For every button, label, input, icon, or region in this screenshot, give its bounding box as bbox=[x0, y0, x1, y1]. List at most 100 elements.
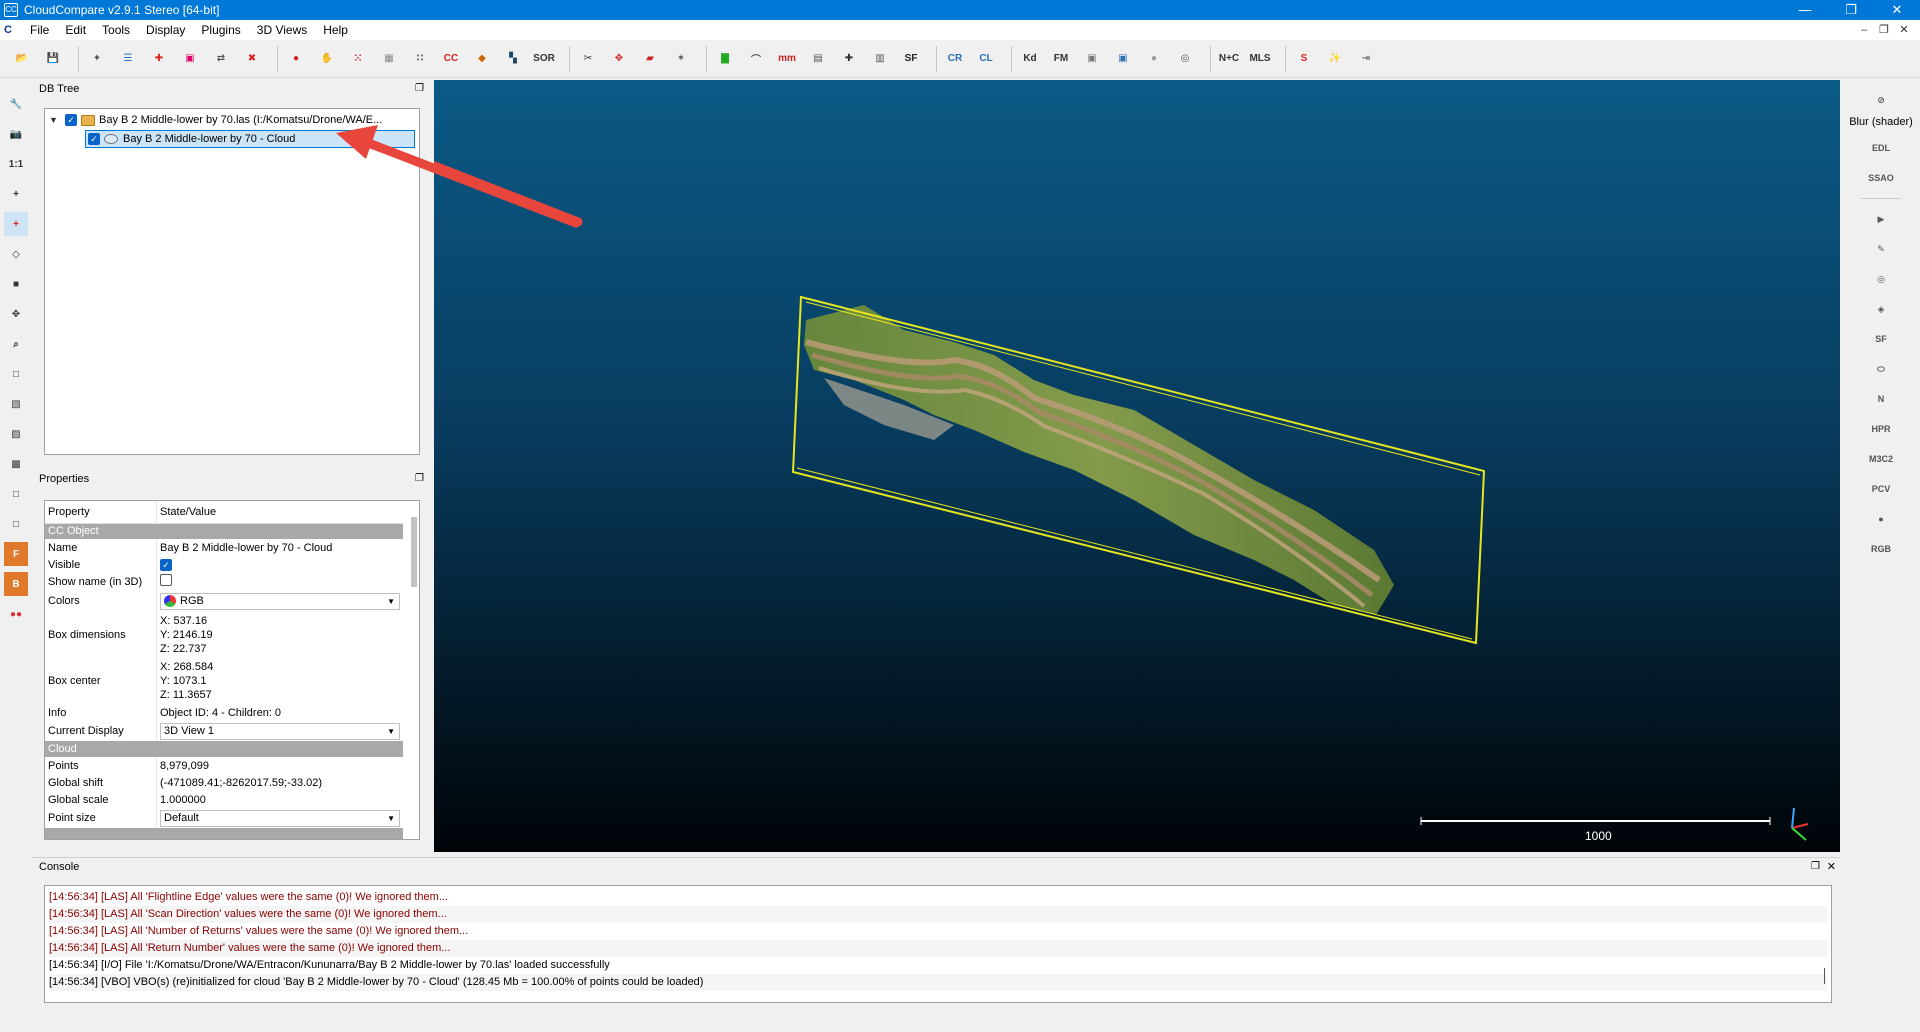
n-c-icon[interactable]: N+C bbox=[1217, 47, 1241, 71]
fm-icon[interactable]: FM bbox=[1049, 47, 1073, 71]
export-icon[interactable]: ⇥ bbox=[1354, 47, 1378, 71]
curve-icon[interactable]: ⌒ bbox=[744, 47, 768, 71]
merge-icon[interactable]: ⇄ bbox=[209, 47, 233, 71]
console-close-button[interactable]: ✕ bbox=[1827, 858, 1836, 876]
hpr-icon[interactable]: HPR bbox=[1869, 417, 1893, 441]
spline-icon[interactable]: S bbox=[1292, 47, 1316, 71]
console-panel[interactable]: [14:56:34] [LAS] All 'Flightline Edge' v… bbox=[44, 885, 1832, 1003]
zoom-1to1-icon[interactable]: 1:1 bbox=[4, 152, 28, 176]
sf-icon[interactable]: SF bbox=[899, 47, 923, 71]
mdi-close-button[interactable]: ✕ bbox=[1894, 20, 1914, 40]
current-display-dropdown[interactable]: 3D View 1 ▼ bbox=[160, 722, 400, 740]
view-right-icon[interactable]: □ bbox=[4, 482, 28, 506]
pivot-icon[interactable]: + bbox=[4, 182, 28, 206]
menu-help[interactable]: Help bbox=[315, 20, 356, 40]
cc-icon[interactable]: CC bbox=[439, 47, 463, 71]
shield-icon[interactable]: ◈ bbox=[1869, 297, 1893, 321]
registration-icon[interactable]: ● bbox=[284, 47, 308, 71]
cube-perspective-icon[interactable]: ■ bbox=[4, 272, 28, 296]
sphere-icon[interactable]: ● bbox=[1142, 47, 1166, 71]
animation-icon[interactable]: ▶ bbox=[1869, 207, 1893, 231]
plus-icon[interactable]: ✚ bbox=[837, 47, 861, 71]
maximize-button[interactable]: ❐ bbox=[1828, 0, 1874, 20]
pick-icon[interactable]: ✶ bbox=[669, 47, 693, 71]
menu-file[interactable]: File bbox=[22, 20, 57, 40]
brush-icon[interactable]: ✎ bbox=[1869, 237, 1893, 261]
view-back-icon[interactable]: ▩ bbox=[4, 452, 28, 476]
menu-3d-views[interactable]: 3D Views bbox=[249, 20, 315, 40]
open-icon[interactable]: 📂 bbox=[10, 47, 34, 71]
point-size-dropdown[interactable]: Default ▼ bbox=[160, 809, 400, 827]
3d-view[interactable] bbox=[434, 80, 1840, 852]
canupo-create-icon[interactable]: CR bbox=[943, 47, 967, 71]
rgb-icon[interactable]: RGB bbox=[1869, 537, 1893, 561]
blur-icon[interactable]: ⊘ bbox=[1869, 88, 1893, 112]
view-bottom-icon[interactable]: □ bbox=[4, 512, 28, 536]
calendar-icon[interactable]: ▤ bbox=[806, 47, 830, 71]
back-iso-icon[interactable]: B bbox=[4, 572, 28, 596]
checker-icon[interactable]: ▚ bbox=[501, 47, 525, 71]
mls-icon[interactable]: MLS bbox=[1248, 47, 1272, 71]
edl-icon[interactable]: EDL bbox=[1869, 136, 1893, 160]
subsample-icon[interactable]: ▦ bbox=[377, 47, 401, 71]
root-visibility-checkbox[interactable]: ✓ bbox=[65, 114, 77, 126]
properties-float-button[interactable]: ❐ bbox=[415, 470, 424, 488]
wrench-icon[interactable]: 🔧 bbox=[4, 92, 28, 116]
mdi-restore-button[interactable]: ❐ bbox=[1874, 20, 1894, 40]
list-icon[interactable]: ☰ bbox=[116, 47, 140, 71]
globe-icon[interactable]: ◎ bbox=[1173, 47, 1197, 71]
add-point-icon[interactable]: ✚ bbox=[147, 47, 171, 71]
view-front-icon[interactable]: ▧ bbox=[4, 392, 28, 416]
view-left-icon[interactable]: ▨ bbox=[4, 422, 28, 446]
rotate-icon[interactable]: ◇ bbox=[4, 242, 28, 266]
show-name-checkbox[interactable] bbox=[160, 574, 172, 586]
ellipse-icon[interactable]: ⬭ bbox=[1869, 357, 1893, 381]
pcv-icon[interactable]: PCV bbox=[1869, 477, 1893, 501]
close-button[interactable]: ✕ bbox=[1874, 0, 1920, 20]
zoom-icon[interactable]: ⌕ bbox=[4, 332, 28, 356]
sor-icon[interactable]: SOR bbox=[532, 47, 556, 71]
auto-pivot-icon[interactable]: + bbox=[4, 212, 28, 236]
canupo-classify-icon[interactable]: CL bbox=[974, 47, 998, 71]
box-icon[interactable]: ▣ bbox=[1080, 47, 1104, 71]
clone-icon[interactable]: ✦ bbox=[85, 47, 109, 71]
save-icon[interactable]: 💾 bbox=[41, 47, 65, 71]
mdi-minimize-button[interactable]: – bbox=[1854, 20, 1874, 40]
cloud-visibility-checkbox[interactable]: ✓ bbox=[88, 133, 100, 145]
sample-icon[interactable]: ⁙ bbox=[346, 47, 370, 71]
console-float-button[interactable]: ❐ bbox=[1811, 858, 1820, 876]
scatter-icon[interactable]: ∷ bbox=[408, 47, 432, 71]
histogram-icon[interactable]: ▇ bbox=[713, 47, 737, 71]
minmax-icon[interactable]: mm bbox=[775, 47, 799, 71]
properties-scrollbar[interactable] bbox=[411, 517, 417, 587]
ssao-icon[interactable]: SSAO bbox=[1868, 166, 1894, 190]
north-icon[interactable]: N bbox=[1869, 387, 1893, 411]
sphere-green-icon[interactable]: ● bbox=[1869, 507, 1893, 531]
expand-arrow-icon[interactable]: ▼ bbox=[49, 115, 59, 125]
menu-plugins[interactable]: Plugins bbox=[193, 20, 248, 40]
view-top-icon[interactable]: □ bbox=[4, 362, 28, 386]
sf-sphere-icon[interactable]: SF bbox=[1869, 327, 1893, 351]
properties-panel[interactable]: Property State/Value CC Object Name Bay … bbox=[44, 500, 420, 840]
photo-icon[interactable]: ▣ bbox=[1111, 47, 1135, 71]
color-icon[interactable]: ▣ bbox=[178, 47, 202, 71]
delete-icon[interactable]: ✖ bbox=[240, 47, 264, 71]
move-icon[interactable]: ✥ bbox=[4, 302, 28, 326]
segment-icon[interactable]: ✋ bbox=[315, 47, 339, 71]
front-iso-icon[interactable]: F bbox=[4, 542, 28, 566]
plane-icon[interactable]: ▰ bbox=[638, 47, 662, 71]
m3c2-icon[interactable]: M3C2 bbox=[1869, 447, 1893, 471]
compass-icon[interactable]: ◎ bbox=[1869, 267, 1893, 291]
kd-icon[interactable]: Kd bbox=[1018, 47, 1042, 71]
db-tree-float-button[interactable]: ❐ bbox=[415, 80, 424, 98]
visible-checkbox[interactable]: ✓ bbox=[160, 558, 172, 571]
stereo-icon[interactable]: ●● bbox=[4, 602, 28, 626]
prop-name-value[interactable]: Bay B 2 Middle-lower by 70 - Cloud bbox=[157, 539, 404, 556]
menu-tools[interactable]: Tools bbox=[94, 20, 138, 40]
camera-icon[interactable]: 📷 bbox=[4, 122, 28, 146]
minimize-button[interactable]: — bbox=[1782, 0, 1828, 20]
wand-icon[interactable]: ✨ bbox=[1323, 47, 1347, 71]
console-scrollbar[interactable] bbox=[1824, 968, 1825, 984]
cloud-noise-icon[interactable]: ◆ bbox=[470, 47, 494, 71]
menu-edit[interactable]: Edit bbox=[57, 20, 94, 40]
